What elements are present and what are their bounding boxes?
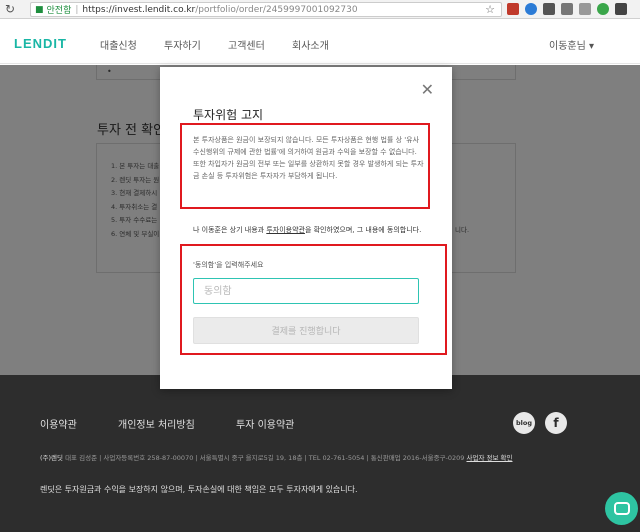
footer-privacy-link[interactable]: 개인정보 처리방침 [118,416,195,431]
nav-invest[interactable]: 투자하기 [164,37,201,52]
url-path: /portfolio/order/2459997001092730 [195,4,358,15]
chat-button[interactable] [605,492,638,525]
nav-loan-apply[interactable]: 대출신청 [100,37,137,52]
reload-icon[interactable]: ↻ [3,2,17,16]
facebook-icon[interactable]: f [545,412,567,434]
agree-input[interactable] [193,278,419,304]
company-name: (주)렌딧 [40,454,64,462]
modal-title: 투자위험 고지 [193,108,264,122]
site-footer: 이용약관 개인정보 처리방침 투자 이용약관 blog f (주)렌딧 대표 김… [0,375,640,532]
footer-terms-link[interactable]: 이용약관 [40,416,77,431]
business-info-link[interactable]: 사업자 정보 확인 [466,454,512,462]
download-icon[interactable] [525,3,537,15]
browser-toolbar: ↻ ■ 안전함 | https://invest.lendit.co.kr/po… [0,0,640,19]
site-header: LENDIT 대출신청 투자하기 고객센터 회사소개 이동훈님 ▾ [0,20,640,64]
extension-icon[interactable] [615,3,627,15]
address-bar[interactable]: ■ 안전함 | https://invest.lendit.co.kr/port… [30,2,502,17]
company-info: (주)렌딧 대표 김성준 | 사업자등록번호 258-87-00070 | 서울… [40,452,512,462]
extension-icon[interactable] [561,3,573,15]
bookmark-star-icon[interactable]: ☆ [485,3,495,16]
nav-customer-center[interactable]: 고객센터 [228,37,265,52]
url-host: https://invest.lendit.co.kr [82,4,196,15]
footer-disclaimer: 렌딧은 투자원금과 수익을 보장하지 않으며, 투자손실에 대한 책임은 모두 … [40,485,358,494]
extension-icon[interactable] [507,3,519,15]
agree-input-label: '동의함'을 입력해주세요 [193,261,264,269]
risk-notice-modal: ✕ 투자위험 고지 본 투자상품은 원금이 보장되지 않습니다. 모든 투자상품… [160,67,452,389]
secure-label: 안전함 [46,6,72,16]
blog-icon[interactable]: blog [513,412,535,434]
close-icon[interactable]: ✕ [421,82,434,98]
proceed-payment-button[interactable]: 결제를 진행합니다 [193,317,419,344]
risk-warning-text: 본 투자상품은 원금이 보장되지 않습니다. 모든 투자상품은 현행 법률 상 … [193,136,424,180]
nav-about[interactable]: 회사소개 [292,37,329,52]
invest-terms-link[interactable]: 투자이용약관 [266,226,305,234]
lock-icon: ■ [35,4,44,15]
agreement-statement: 나 이동훈은 상기 내용과 투자이용약관을 확인하였으며, 그 내용에 동의합니… [193,226,422,234]
user-menu[interactable]: 이동훈님 ▾ [549,37,594,52]
extension-icon[interactable] [597,3,609,15]
extension-icon[interactable] [543,3,555,15]
company-details: 대표 김성준 | 사업자등록번호 258-87-00070 | 서울특별시 중구… [63,454,467,462]
chat-bubble-icon [613,502,630,515]
extension-icon[interactable] [579,3,591,15]
lendit-logo[interactable]: LENDIT [14,36,67,51]
footer-invest-terms-link[interactable]: 투자 이용약관 [236,416,294,431]
